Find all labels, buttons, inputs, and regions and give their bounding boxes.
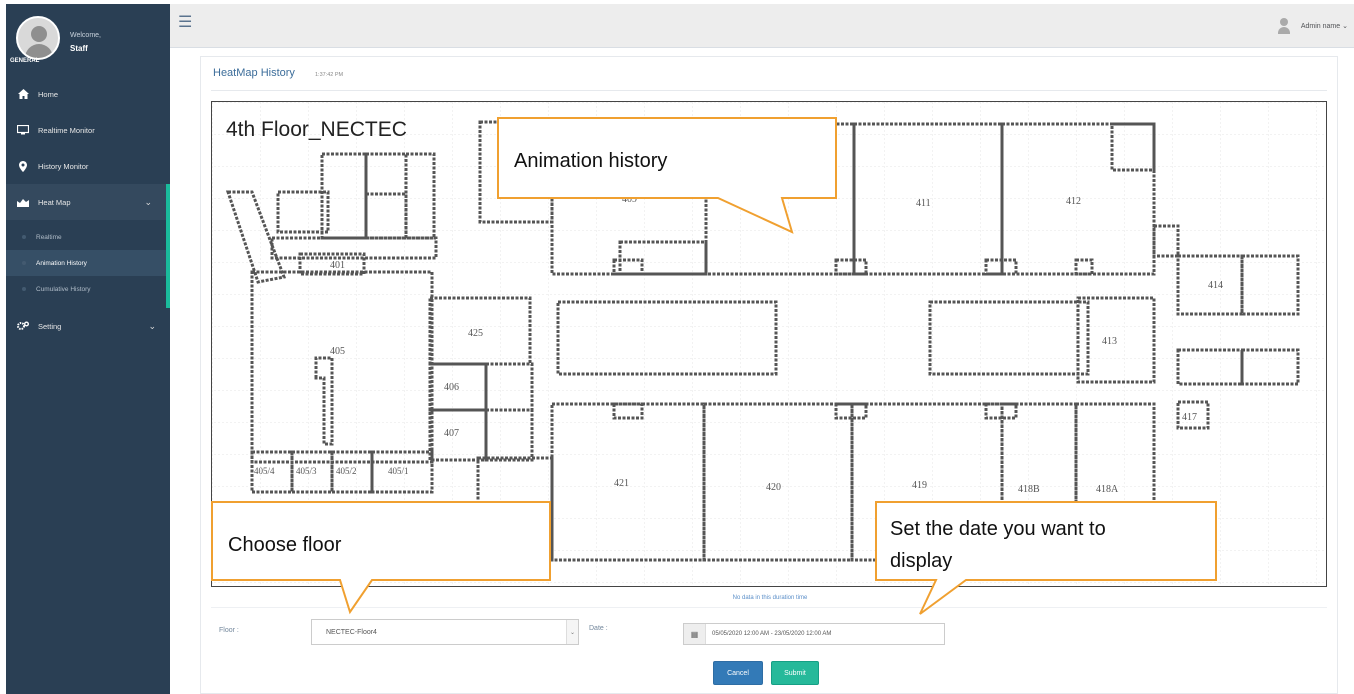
sidebar: Welcome, Staff GENERAL Home Realtime Mon… — [6, 4, 170, 694]
submenu-item-cumulative-history[interactable]: Cumulative History — [6, 276, 166, 302]
svg-text:405/4: 405/4 — [254, 466, 275, 476]
sidebar-item-history-monitor[interactable]: History Monitor — [6, 148, 170, 184]
svg-text:420: 420 — [766, 482, 781, 493]
divider — [211, 607, 1327, 608]
gears-icon — [16, 320, 30, 332]
calendar-icon: ▦ — [684, 624, 706, 644]
svg-text:421: 421 — [614, 478, 629, 489]
sidebar-item-label: Home — [38, 89, 59, 99]
avatar — [16, 16, 60, 60]
svg-text:405: 405 — [330, 346, 345, 357]
svg-text:407: 407 — [444, 428, 459, 439]
page-title: HeatMap History — [213, 67, 295, 79]
sidebar-item-label: Setting — [38, 321, 62, 331]
svg-text:411: 411 — [916, 198, 931, 209]
floor-select[interactable]: NECTEC-Floor4 ⌄ — [311, 619, 579, 645]
sidebar-item-label: History Monitor — [38, 161, 89, 171]
admin-name: Admin name — [1300, 22, 1341, 30]
callout-date-text-line1: Set the date you want to — [890, 518, 1106, 540]
svg-text:418A: 418A — [1096, 484, 1119, 495]
heatmap-submenu: Realtime Animation History Cumulative Hi… — [6, 220, 170, 308]
submenu-label: Cumulative History — [36, 285, 91, 293]
area-chart-icon — [16, 196, 30, 208]
chevron-down-icon: ⌄ — [144, 196, 152, 207]
admin-menu[interactable]: Admin name ⌄ — [1277, 18, 1348, 34]
submenu-item-realtime[interactable]: Realtime — [6, 224, 166, 250]
date-range-value: 05/05/2020 12:00 AM - 23/05/2020 12:00 A… — [712, 631, 832, 637]
svg-text:405/2: 405/2 — [336, 466, 357, 476]
sidebar-item-setting[interactable]: Setting ⌄ — [6, 308, 170, 344]
map-title: 4th Floor_NECTEC — [226, 118, 407, 141]
floor-plan-map: 409 411 412 401 414 425 413 405 406 407 … — [211, 101, 1327, 587]
svg-text:405/1: 405/1 — [388, 466, 409, 476]
floor-label: Floor : — [219, 627, 239, 634]
page-time: 1:37:42 PM — [315, 72, 344, 78]
svg-text:413: 413 — [1102, 336, 1117, 347]
svg-text:418B: 418B — [1018, 484, 1040, 495]
date-label: Date : — [589, 625, 608, 632]
floor-plan-svg: 409 411 412 401 414 425 413 405 406 407 … — [212, 102, 1326, 586]
submenu-label: Realtime — [36, 233, 62, 241]
svg-text:419: 419 — [912, 480, 927, 491]
section-label: GENERAL — [10, 58, 40, 64]
sidebar-item-home[interactable]: Home — [6, 76, 170, 112]
callout-floor-text: Choose floor — [228, 534, 342, 556]
submenu-label: Animation History — [36, 259, 87, 267]
heatmap-panel: HeatMap History 1:37:42 PM 409 411 412 4… — [200, 56, 1338, 694]
user-name: Staff — [70, 44, 88, 53]
svg-text:414: 414 — [1208, 280, 1223, 291]
sidebar-item-label: Heat Map — [38, 197, 71, 207]
caret-down-icon: ⌄ — [1342, 23, 1348, 30]
sidebar-item-heat-map[interactable]: Heat Map ⌄ — [6, 184, 170, 220]
callout-date-text-line2: display — [890, 550, 953, 572]
select-arrow-icon: ⌄ — [566, 620, 578, 644]
no-data-message: No data in this duration time — [732, 595, 808, 601]
svg-text:409: 409 — [622, 194, 637, 205]
submit-button[interactable]: Submit — [771, 661, 819, 685]
svg-text:401: 401 — [330, 260, 345, 271]
callout-animation-text: Animation history — [514, 150, 668, 172]
svg-text:405/3: 405/3 — [296, 466, 317, 476]
submenu-item-animation-history[interactable]: Animation History — [6, 250, 166, 276]
sidebar-item-realtime-monitor[interactable]: Realtime Monitor — [6, 112, 170, 148]
home-icon — [16, 88, 30, 100]
menu-toggle-icon[interactable]: ☰ — [178, 12, 192, 32]
svg-text:417: 417 — [1182, 412, 1197, 423]
sidebar-item-label: Realtime Monitor — [38, 125, 95, 135]
monitor-icon — [16, 124, 30, 136]
welcome-text: Welcome, — [70, 32, 101, 39]
user-icon — [1277, 18, 1291, 34]
date-range-input[interactable]: ▦ 05/05/2020 12:00 AM - 23/05/2020 12:00… — [683, 623, 945, 645]
chevron-down-icon: ⌄ — [148, 320, 156, 331]
cancel-button[interactable]: Cancel — [713, 661, 763, 685]
map-marker-icon — [16, 160, 30, 172]
profile: Welcome, Staff GENERAL — [6, 4, 170, 76]
top-navbar: ☰ Admin name ⌄ — [170, 4, 1354, 48]
divider — [211, 90, 1327, 91]
svg-text:425: 425 — [468, 328, 483, 339]
svg-text:412: 412 — [1066, 196, 1081, 207]
floor-select-value: NECTEC-Floor4 — [326, 628, 377, 636]
svg-text:406: 406 — [444, 382, 459, 393]
